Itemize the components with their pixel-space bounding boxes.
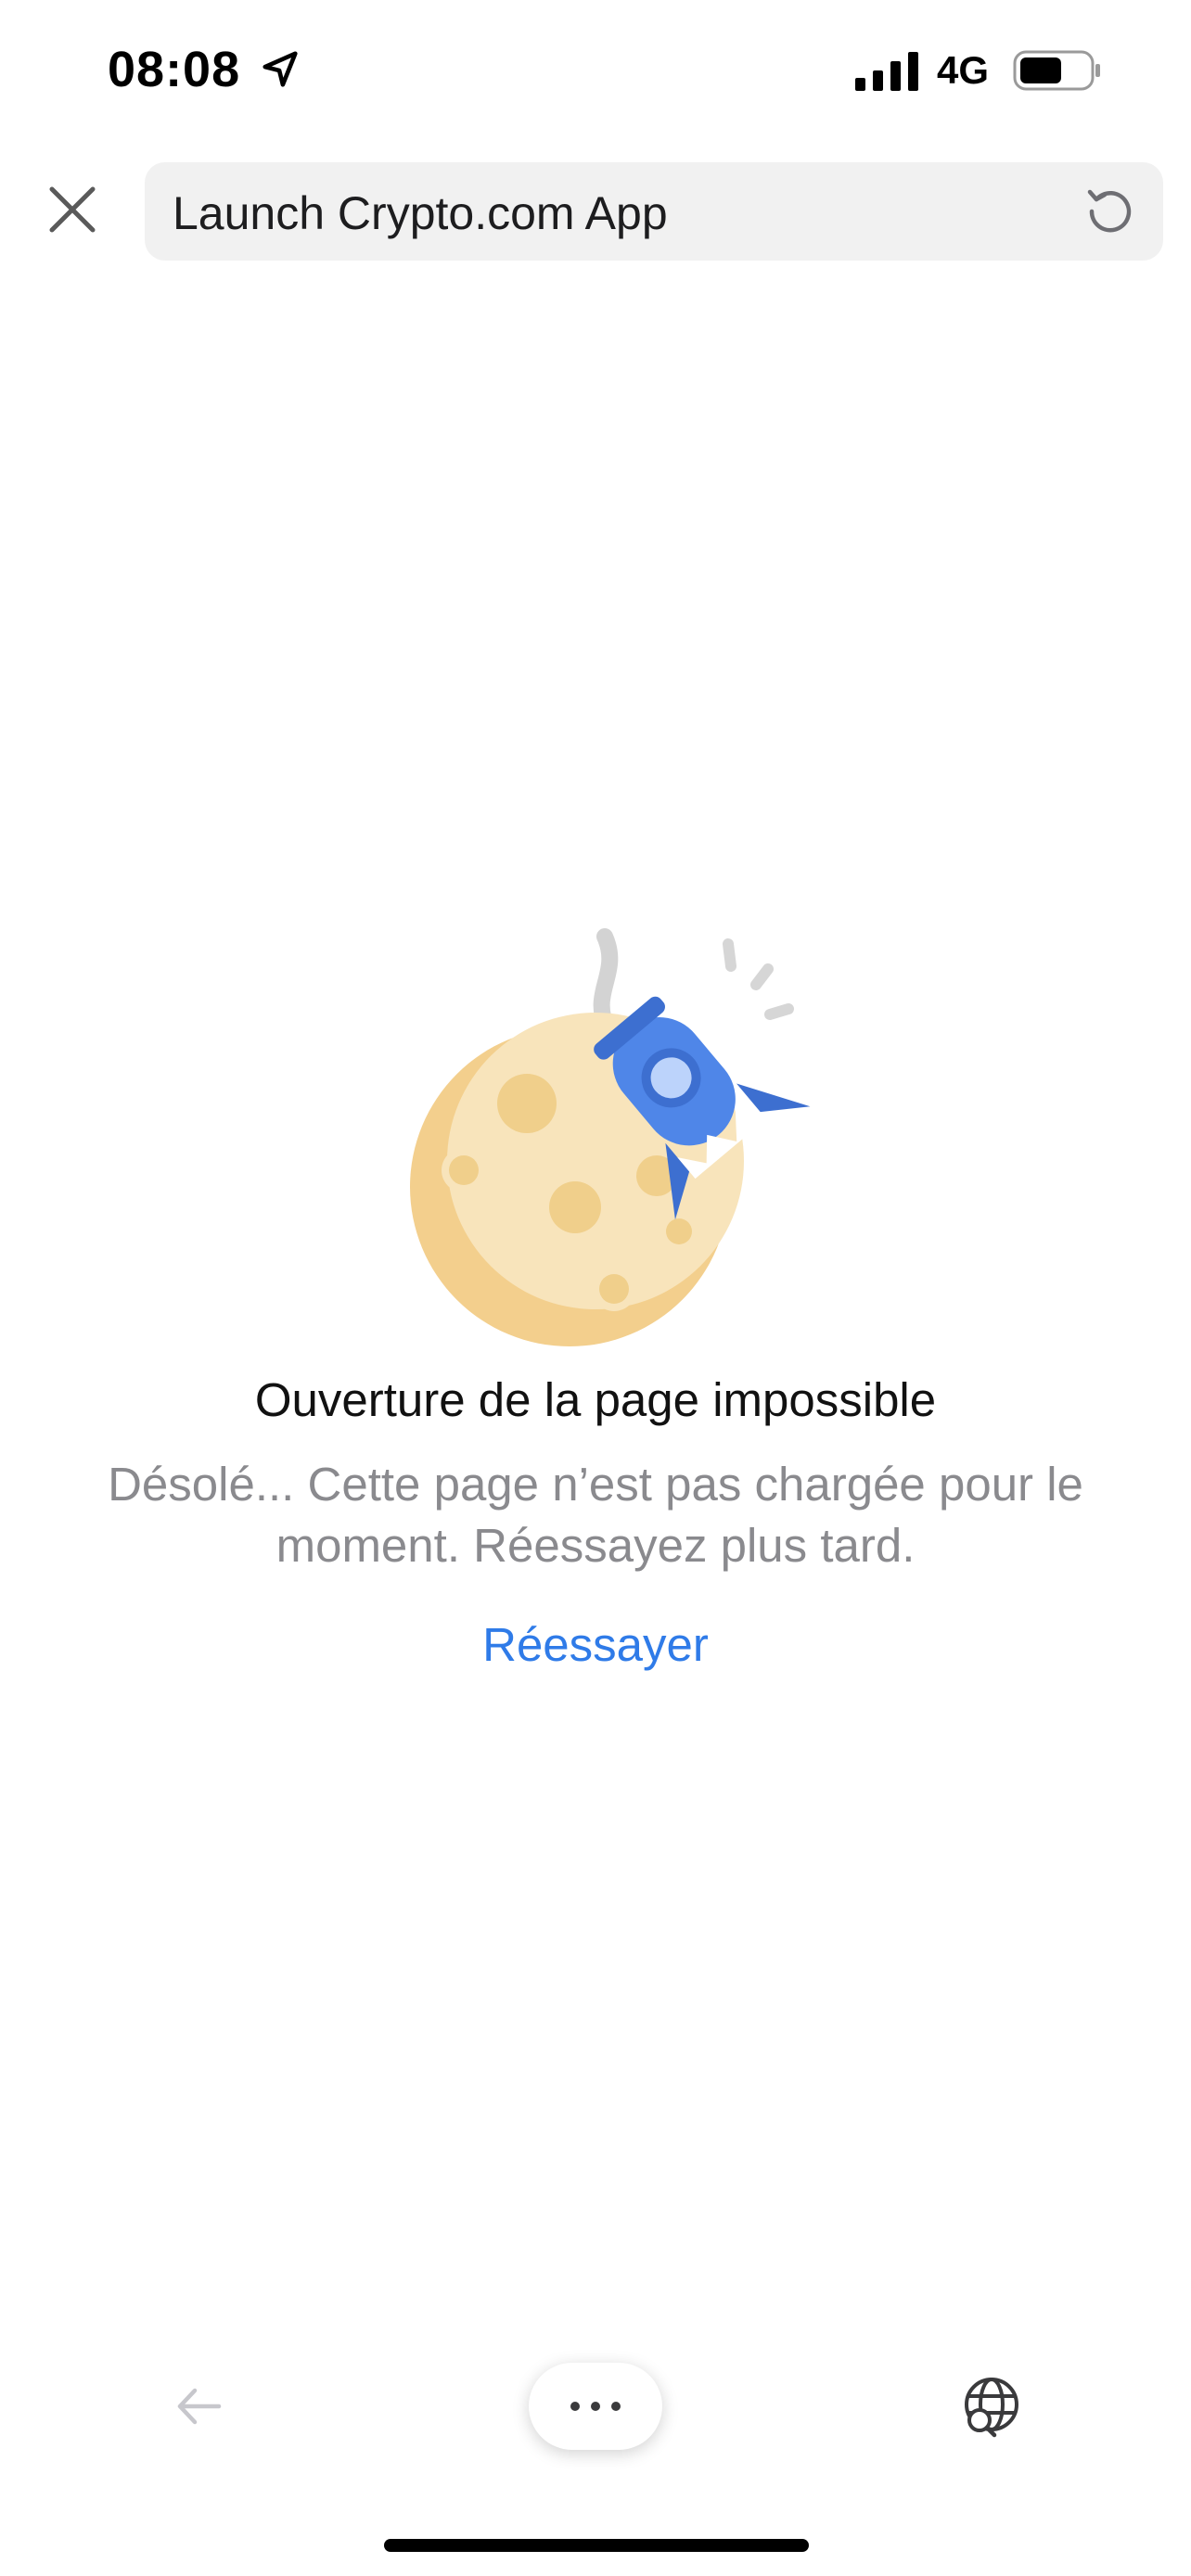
status-bar: 08:08 4G bbox=[0, 0, 1191, 139]
back-arrow-icon[interactable] bbox=[167, 2374, 232, 2439]
url-title: Launch Crypto.com App bbox=[173, 187, 668, 239]
battery-icon bbox=[1013, 50, 1100, 91]
more-button[interactable] bbox=[529, 2363, 662, 2450]
close-icon bbox=[49, 186, 96, 233]
retry-button[interactable]: Réessayer bbox=[0, 1617, 1191, 1672]
error-message: Désolé... Cette page n’est pas chargée p… bbox=[108, 1458, 1083, 1572]
globe-search-icon[interactable] bbox=[959, 2374, 1024, 2439]
signal-icon bbox=[855, 52, 918, 91]
url-field[interactable]: Launch Crypto.com App bbox=[145, 162, 1163, 261]
moon-rocket-illustration bbox=[410, 928, 811, 1346]
location-arrow-icon bbox=[263, 51, 298, 87]
more-dots-icon bbox=[570, 2402, 621, 2411]
home-indicator[interactable] bbox=[384, 2539, 809, 2552]
close-button[interactable] bbox=[35, 172, 109, 247]
error-title: Ouverture de la page impossible bbox=[254, 1373, 937, 1426]
reload-icon[interactable] bbox=[1083, 185, 1137, 238]
status-time: 08:08 bbox=[108, 42, 241, 97]
network-type: 4G bbox=[937, 48, 990, 92]
